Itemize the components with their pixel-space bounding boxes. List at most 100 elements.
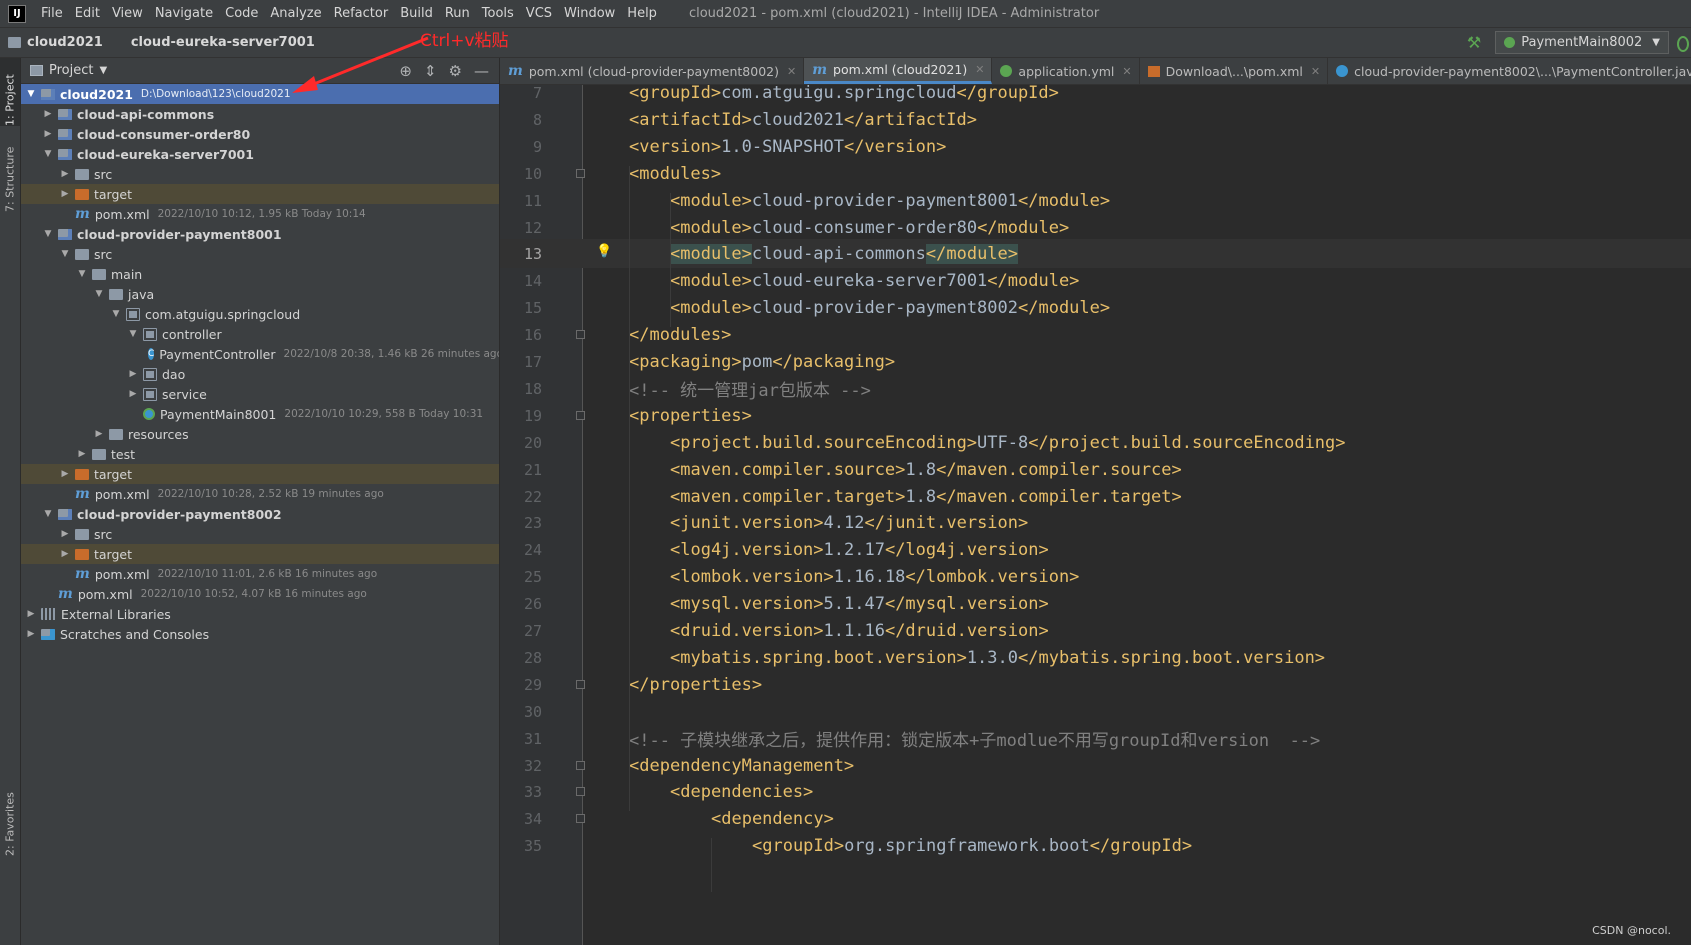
menu-item-view[interactable]: View [106, 6, 149, 21]
fold-marker-icon[interactable] [576, 330, 585, 339]
collapsed-arrow-icon[interactable]: ▶ [42, 109, 54, 119]
tree-node[interactable]: ▼ cloud-provider-payment8002 [21, 504, 499, 524]
fold-marker-icon[interactable] [576, 761, 585, 770]
tool-tab-project[interactable]: 1: Project [0, 58, 20, 126]
menu-item-run[interactable]: Run [439, 6, 476, 21]
expanded-arrow-icon[interactable]: ▼ [42, 509, 54, 519]
tree-node[interactable]: ▶ resources [21, 424, 499, 444]
collapsed-arrow-icon[interactable]: ▶ [76, 449, 88, 459]
tree-node[interactable]: ▼ main [21, 264, 499, 284]
collapsed-arrow-icon[interactable]: ▶ [127, 389, 139, 399]
tree-node[interactable]: ▶ service [21, 384, 499, 404]
fold-marker-icon[interactable] [576, 680, 585, 689]
collapsed-arrow-icon[interactable]: ▶ [25, 629, 37, 639]
tree-node[interactable]: m pom.xml 2022/10/10 10:28, 2.52 kB 19 min… [21, 484, 499, 504]
tree-node[interactable]: PaymentMain8001 2022/10/10 10:29, 558 B T… [21, 404, 499, 424]
tree-node[interactable]: ▶ target [21, 544, 499, 564]
tree-node[interactable]: ▶ src [21, 164, 499, 184]
code-text: <groupId>org.springframework.boot</group… [752, 835, 1193, 856]
tree-node[interactable]: ▶ dao [21, 364, 499, 384]
close-icon[interactable]: ✕ [1311, 65, 1320, 78]
tree-node[interactable]: ▶ External Libraries [21, 604, 499, 624]
menu-item-help[interactable]: Help [621, 6, 663, 21]
menu-item-tools[interactable]: Tools [476, 6, 520, 21]
menu-item-build[interactable]: Build [394, 6, 439, 21]
close-icon[interactable]: ✕ [975, 63, 984, 76]
expanded-arrow-icon[interactable]: ▼ [93, 289, 105, 299]
collapsed-arrow-icon[interactable]: ▶ [59, 469, 71, 479]
expanded-arrow-icon[interactable]: ▼ [76, 269, 88, 279]
collapsed-arrow-icon[interactable]: ▶ [59, 169, 71, 179]
collapsed-arrow-icon[interactable]: ▶ [93, 429, 105, 439]
expanded-arrow-icon[interactable]: ▼ [110, 309, 122, 319]
tool-tab-structure[interactable]: 7: Structure [0, 140, 20, 212]
tree-node[interactable]: m pom.xml 2022/10/10 10:52, 4.07 kB 16 min… [21, 584, 499, 604]
code-text: <properties> [629, 405, 752, 426]
expanded-arrow-icon[interactable]: ▼ [59, 249, 71, 259]
collapse-all-icon[interactable]: ⇕ [424, 62, 437, 80]
fold-marker-icon[interactable] [576, 787, 585, 796]
menu-item-analyze[interactable]: Analyze [264, 6, 327, 21]
locate-target-icon[interactable]: ⊕ [399, 62, 412, 80]
menu-item-refactor[interactable]: Refactor [328, 6, 395, 21]
tree-node[interactable]: ▶ target [21, 184, 499, 204]
fold-marker-icon[interactable] [576, 411, 585, 420]
close-icon[interactable]: ✕ [787, 65, 796, 78]
menu-item-navigate[interactable]: Navigate [149, 6, 219, 21]
expanded-arrow-icon[interactable]: ▼ [42, 149, 54, 159]
menu-item-window[interactable]: Window [558, 6, 621, 21]
fold-marker-icon[interactable] [576, 169, 585, 178]
tree-node[interactable]: m pom.xml 2022/10/10 10:12, 1.95 kB Today … [21, 204, 499, 224]
tree-node[interactable]: ▼ src [21, 244, 499, 264]
tree-node[interactable]: ▼ cloud-eureka-server7001 [21, 144, 499, 164]
breadcrumb-module[interactable]: cloud-eureka-server7001 [131, 35, 315, 50]
tree-node[interactable]: m pom.xml 2022/10/10 11:01, 2.6 kB 16 minu… [21, 564, 499, 584]
run-icon[interactable] [1677, 36, 1689, 52]
tree-node[interactable]: ▼ java [21, 284, 499, 304]
tree-node[interactable]: ▶ target [21, 464, 499, 484]
gear-icon[interactable]: ⚙ [449, 62, 462, 80]
build-hammer-icon[interactable]: ⚒ [1467, 33, 1481, 52]
tree-node[interactable]: ▼ com.atguigu.springcloud [21, 304, 499, 324]
fold-marker-icon[interactable] [576, 814, 585, 823]
menu-item-file[interactable]: File [35, 6, 69, 21]
run-configuration-select[interactable]: PaymentMain8002 ▼ [1495, 31, 1669, 54]
tree-node[interactable]: ▶ src [21, 524, 499, 544]
collapsed-arrow-icon[interactable]: ▶ [42, 129, 54, 139]
collapsed-arrow-icon[interactable]: ▶ [59, 529, 71, 539]
minimize-icon[interactable]: — [474, 62, 489, 80]
collapsed-arrow-icon[interactable]: ▶ [59, 189, 71, 199]
tree-node[interactable]: ▼ controller [21, 324, 499, 344]
tree-node[interactable]: ▶ cloud-consumer-order80 [21, 124, 499, 144]
collapsed-arrow-icon[interactable]: ▶ [25, 609, 37, 619]
tool-tab-favorites[interactable]: 2: Favorites [0, 776, 20, 856]
menu-item-vcs[interactable]: VCS [520, 6, 558, 21]
expanded-arrow-icon[interactable]: ▼ [127, 329, 139, 339]
tree-node[interactable]: ▶ Scratches and Consoles [21, 624, 499, 644]
chevron-down-icon[interactable]: ▼ [99, 65, 107, 76]
breadcrumb-project[interactable]: cloud2021 [8, 35, 103, 50]
lightbulb-icon[interactable]: 💡 [596, 244, 612, 259]
expanded-arrow-icon[interactable]: ▼ [42, 229, 54, 239]
editor-tab[interactable]: application.yml ✕ [992, 58, 1140, 84]
collapsed-arrow-icon[interactable]: ▶ [59, 549, 71, 559]
menu-item-edit[interactable]: Edit [69, 6, 106, 21]
tree-node[interactable]: ▶ test [21, 444, 499, 464]
editor-tab[interactable]: cloud-provider-payment8002\...\PaymentCo… [1328, 58, 1691, 84]
tree-node[interactable]: ▼ cloud-provider-payment8001 [21, 224, 499, 244]
maven-icon: m [75, 486, 90, 502]
collapsed-arrow-icon[interactable]: ▶ [127, 369, 139, 379]
tree-node[interactable]: ▶ cloud-api-commons [21, 104, 499, 124]
tree-node[interactable]: C PaymentController 2022/10/8 20:38, 1.46 … [21, 344, 499, 364]
editor-tab[interactable]: Download\...\pom.xml ✕ [1140, 58, 1329, 84]
tree-node-meta: 2022/10/8 20:38, 1.46 kB 26 minutes ago [283, 348, 499, 360]
editor-tab[interactable]: m pom.xml (cloud-provider-payment8002) ✕ [500, 58, 805, 84]
menu-item-code[interactable]: Code [219, 6, 264, 21]
project-panel-title[interactable]: Project [49, 63, 93, 78]
tree-node[interactable]: ▼ cloud2021 D:\Download\123\cloud2021 [21, 84, 499, 104]
run-class-icon [143, 408, 155, 420]
code-editor[interactable]: 7 <groupId>com.atguigu.springcloud</group… [500, 85, 1691, 945]
close-icon[interactable]: ✕ [1122, 65, 1131, 78]
expanded-arrow-icon[interactable]: ▼ [25, 89, 37, 99]
editor-tab[interactable]: m pom.xml (cloud2021) ✕ [804, 58, 993, 84]
